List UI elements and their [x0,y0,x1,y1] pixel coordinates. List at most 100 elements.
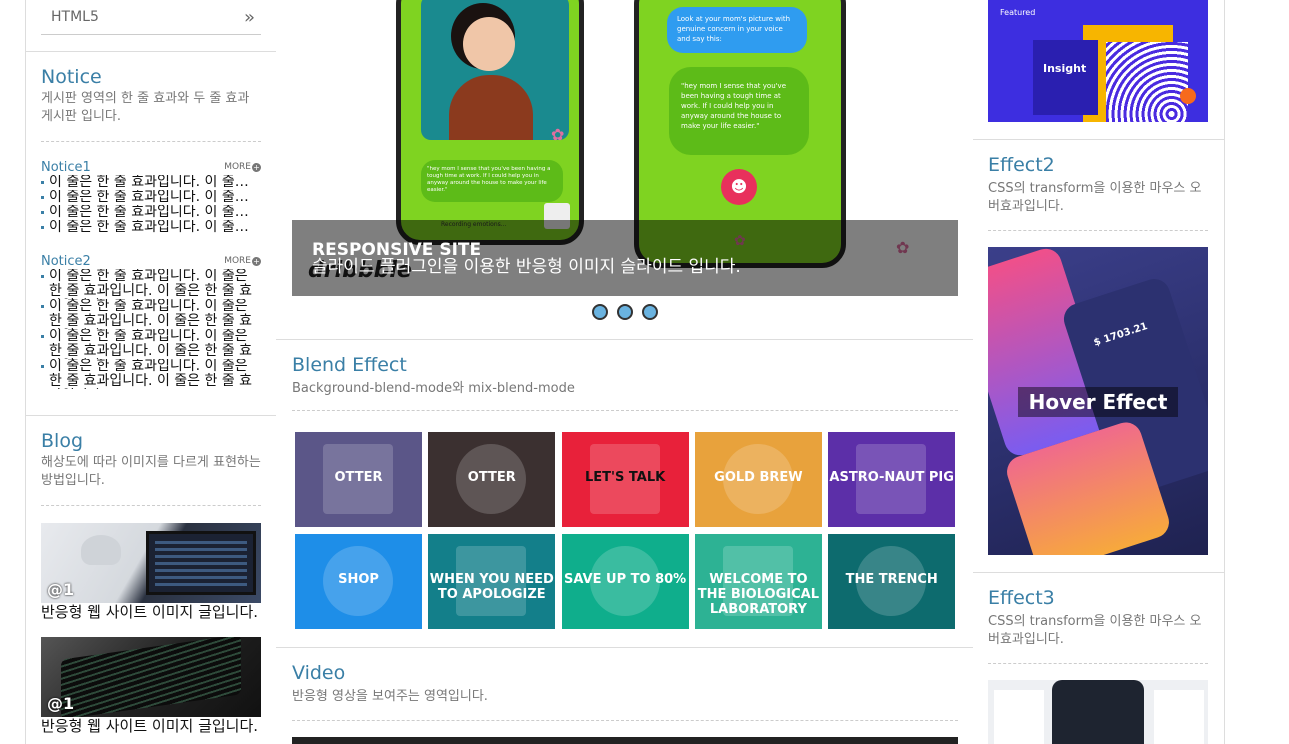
notice-item[interactable]: 이 줄은 한 줄 효과입니다. 이 줄은 한 줄 효과입니다. 이 줄은 한 줄… [41,299,261,329]
tile-label: LET'S TALK [585,470,666,485]
divider [41,141,261,142]
more-label: MORE [224,256,251,266]
notice1-more-button[interactable]: MORE + [224,162,261,172]
notice-item[interactable]: 이 줄은 한 줄 효과입니다. 이 줄은 한 줄 효과입니다. [41,205,261,220]
blend-tile[interactable]: ASTRO-NAUT PIG [828,432,956,527]
record-icon: ☻ [721,169,757,205]
notice-desc: 게시판 영역의 한 줄 효과와 두 줄 효과 게시판 입니다. [41,91,250,124]
html5-link[interactable]: HTML5 » [41,0,261,35]
blend-tile[interactable]: WELCOME TO THE BIOLOGICAL LABORATORY [694,534,822,629]
slider-section: ✿ "hey mom I sense that you've been havi… [276,0,973,340]
slider-dot-1[interactable] [591,304,608,320]
blend-tile[interactable]: THE TRENCH [828,534,956,629]
phone-code-shape [61,637,241,717]
effect2-section: Effect2 CSS의 transform을 이용한 마우스 오버효과입니다.… [973,140,1224,573]
slide-caption: RESPONSIVE SITE 슬라이드 플러그인을 이용한 반응형 이미지 슬… [292,220,958,296]
video-title: Video [292,662,346,684]
notice1-list: 이 줄은 한 줄 효과입니다. 이 줄은 한 줄 효과입니다.이 줄은 한 줄 … [41,175,261,235]
blend-tile[interactable]: SAVE UP TO 80% [561,534,689,629]
blend-tile[interactable]: GOLD BREW [694,432,822,527]
notice2-board: Notice2 MORE + 이 줄은 한 줄 효과입니다. 이 줄은 한 줄 효… [41,253,261,389]
blog-post-caption[interactable]: 반응형 웹 사이트 이미지 글입니다. [41,719,261,734]
notice2-label[interactable]: Notice2 [41,254,91,269]
effect3-image[interactable] [988,680,1208,744]
blend-desc: Background-blend-mode와 mix-blend-mode [292,381,575,396]
balance-label: $ 1703.21 [1092,320,1150,349]
blog-post-caption[interactable]: 반응형 웹 사이트 이미지 글입니다. [41,605,261,620]
phone-left-bubble: "hey mom I sense that you've been having… [421,160,563,202]
tile-label: WELCOME TO THE BIOLOGICAL LABORATORY [697,572,819,617]
blend-tile[interactable]: WHEN YOU NEED TO APOLOGIZE [428,534,556,629]
hover-effect-image[interactable]: $ 1703.21 Hover Effect [988,247,1208,555]
hover-effect-label: Hover Effect [1018,387,1178,417]
effect3-section: Effect3 CSS의 transform을 이용한 마우스 오버효과입니다. [973,573,1224,744]
butterfly-icon: ✿ [551,125,565,144]
html5-section: HTML5 » [26,0,276,52]
blend-tile[interactable]: LET'S TALK [561,432,689,527]
effect2-title: Effect2 [988,154,1055,176]
effect1-section: Featured Insight [973,0,1224,140]
blog-post-image[interactable]: @1 [41,523,261,603]
notice-item[interactable]: 이 줄은 한 줄 효과입니다. 이 줄은 한 줄 효과입니다. 이 줄은 한 줄… [41,269,261,299]
divider [292,410,958,411]
video-desc: 반응형 영상을 보여주는 영역입니다. [292,689,488,704]
phone-left: ✿ "hey mom I sense that you've been havi… [396,0,584,245]
divider [292,720,958,721]
lamp-shape [81,535,121,565]
image-slider[interactable]: ✿ "hey mom I sense that you've been havi… [292,0,958,296]
video-player[interactable] [292,737,958,744]
monitor-shape [146,531,256,595]
plus-circle-icon: + [252,162,261,172]
tile-label: WHEN YOU NEED TO APOLOGIZE [429,572,554,602]
blog-post-image[interactable]: @1 [41,637,261,717]
more-label: MORE [224,162,251,172]
divider [41,505,261,506]
notice-section: Notice 게시판 영역의 한 줄 효과와 두 줄 효과 게시판 입니다. N… [26,52,276,416]
blend-tile[interactable]: OTTER [428,432,556,527]
notice1-label[interactable]: Notice1 [41,160,91,175]
tile-label: OTTER [334,470,383,485]
tile-label: SHOP [338,572,379,587]
featured-image[interactable]: Featured Insight [988,0,1208,122]
plus-circle-icon: + [252,256,261,266]
html5-label: HTML5 [51,9,99,25]
tile-label: ASTRO-NAUT PIG [829,470,954,485]
notice-item[interactable]: 이 줄은 한 줄 효과입니다. 이 줄은 한 줄 효과입니다. 이 줄은 한 줄… [41,359,261,389]
blog-title: Blog [41,430,83,452]
slider-dot-3[interactable] [641,304,658,320]
blend-section: Blend Effect Background-blend-mode와 mix-… [276,340,973,648]
portrait-photo [421,0,569,140]
main-content: ✿ "hey mom I sense that you've been havi… [276,0,974,744]
left-sidebar: HTML5 » Notice 게시판 영역의 한 줄 효과와 두 줄 효과 게시… [25,0,277,744]
divider [988,230,1208,231]
notice-title: Notice [41,66,102,88]
insight-card: Insight [1033,40,1098,115]
post-badge: @1 [47,580,75,599]
notice2-list: 이 줄은 한 줄 효과입니다. 이 줄은 한 줄 효과입니다. 이 줄은 한 줄… [41,269,261,389]
notice-item[interactable]: 이 줄은 한 줄 효과입니다. 이 줄은 한 줄 효과입니다. [41,190,261,205]
blend-tile[interactable]: OTTER [295,432,422,527]
tile-label: THE TRENCH [845,572,938,587]
divider [988,663,1208,664]
tile-label: OTTER [467,470,516,485]
notice-item[interactable]: 이 줄은 한 줄 효과입니다. 이 줄은 한 줄 효과입니다. [41,220,261,235]
blog-section: Blog 해상도에 따라 이미지를 다르게 표현하는 방법입니다. @1 반응형… [26,416,276,744]
featured-label: Featured [1000,8,1036,17]
pattern-card [1106,42,1188,122]
notice2-more-button[interactable]: MORE + [224,256,261,266]
effect3-desc: CSS의 transform을 이용한 마우스 오버효과입니다. [988,614,1202,647]
effect2-desc: CSS의 transform을 이용한 마우스 오버효과입니다. [988,181,1202,214]
tile-label: GOLD BREW [714,470,803,485]
video-section: Video 반응형 영상을 보여주는 영역입니다. [276,648,973,744]
effect3-title: Effect3 [988,587,1055,609]
slide-subtitle: 슬라이드 플러그인을 이용한 반응형 이미지 슬라이드 입니다. [312,257,741,277]
phone-right-bubble-2: "hey mom I sense that you've been having… [669,67,809,155]
blend-tile[interactable]: SHOP [295,534,422,629]
notice-item[interactable]: 이 줄은 한 줄 효과입니다. 이 줄은 한 줄 효과입니다. [41,175,261,190]
notice-item[interactable]: 이 줄은 한 줄 효과입니다. 이 줄은 한 줄 효과입니다. 이 줄은 한 줄… [41,329,261,359]
insight-label: Insight [1043,62,1087,75]
blog-desc: 해상도에 따라 이미지를 다르게 표현하는 방법입니다. [41,455,261,488]
slider-dot-2[interactable] [616,304,633,320]
card-shape [1154,690,1204,744]
double-chevron-right-icon: » [243,6,255,28]
